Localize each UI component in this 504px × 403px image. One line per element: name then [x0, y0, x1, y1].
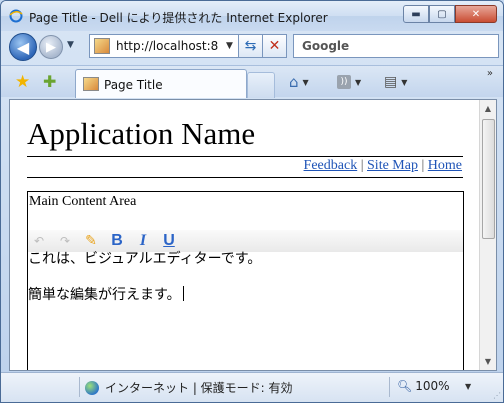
forward-button[interactable]: ▶ — [39, 35, 63, 59]
undo-icon[interactable]: ↶ — [28, 231, 50, 251]
feed-dropdown-icon[interactable]: ▼ — [355, 78, 361, 87]
scroll-thumb[interactable] — [482, 119, 495, 239]
print-icon: ▤ — [384, 74, 398, 90]
magnifier-icon: 🔍︎ — [397, 379, 413, 393]
header-rule-bottom — [27, 177, 463, 178]
print-button[interactable]: ▤ ▼ — [384, 72, 407, 92]
scroll-up-icon[interactable]: ▲ — [480, 100, 496, 117]
home-link[interactable]: Home — [428, 158, 462, 173]
tab-page-title[interactable]: Page Title — [75, 69, 247, 98]
text-caret — [182, 286, 184, 301]
star-icon[interactable]: ★ — [15, 72, 30, 92]
toolbar-overflow-icon[interactable]: » — [487, 68, 493, 79]
stop-button[interactable]: ✕ — [263, 34, 287, 58]
security-zone-text: インターネット | 保護モード: 有効 — [105, 381, 293, 395]
search-input[interactable]: Google — [293, 34, 499, 58]
add-favorite-icon[interactable]: ✚ — [43, 72, 56, 91]
window-title: Page Title - Dell により提供された Internet Expl… — [29, 11, 328, 25]
underline-icon[interactable]: U — [158, 231, 180, 251]
refresh-icon: ⇆ — [244, 38, 257, 54]
editor-line: 簡単な編集が行えます。 — [28, 286, 463, 304]
security-zone[interactable]: インターネット | 保護モード: 有効 — [85, 379, 293, 396]
maximize-icon: ▢ — [437, 8, 447, 20]
main-content-area: Main Content Area ↶ ↷ ✎ B I U これは、ビジュアルエ… — [27, 191, 464, 370]
tab-toolbar: ★ ✚ Page Title ⌂ ▼ )) ▼ ▤ ▼ » — [1, 65, 503, 98]
content-area-label: Main Content Area — [29, 194, 137, 209]
header-rule-top — [27, 156, 463, 157]
new-tab-button[interactable] — [247, 72, 275, 98]
editor-line: これは、ビジュアルエディターです。 — [28, 251, 262, 267]
back-button[interactable]: ◀ — [9, 33, 37, 61]
tab-label: Page Title — [104, 78, 163, 92]
bold-icon[interactable]: B — [106, 231, 128, 251]
address-bar[interactable]: http://localhost:8 ▼ — [89, 34, 239, 58]
edit-icon[interactable]: ✎ — [80, 231, 102, 251]
address-dropdown-icon[interactable]: ▼ — [226, 41, 233, 51]
feed-icon: )) — [337, 75, 351, 89]
address-text[interactable]: http://localhost:8 — [116, 39, 224, 53]
back-arrow-icon: ◀ — [16, 37, 30, 57]
redo-icon[interactable]: ↷ — [54, 231, 76, 251]
stop-icon: ✕ — [268, 38, 281, 54]
refresh-button[interactable]: ⇆ — [239, 34, 263, 58]
title-bar: Page Title - Dell により提供された Internet Expl… — [1, 1, 503, 31]
resize-grip-icon[interactable]: ⋰ — [493, 391, 501, 400]
visual-editor[interactable]: これは、ビジュアルエディターです。 簡単な編集が行えます。 — [28, 250, 463, 322]
history-dropdown-icon[interactable]: ▼ — [67, 40, 74, 50]
zoom-level: 100% — [415, 379, 450, 393]
zoom-control[interactable]: 🔍︎ 100% — [397, 379, 450, 393]
editor-toolbar: ↶ ↷ ✎ B I U — [28, 230, 463, 252]
link-separator: | — [360, 158, 364, 173]
tab-page-icon — [83, 77, 99, 91]
page-icon — [94, 38, 110, 54]
status-bar: インターネット | 保護モード: 有効 🔍︎ 100% ▼ ⋰ — [1, 372, 503, 402]
minimize-icon: ▬ — [411, 8, 421, 20]
print-dropdown-icon[interactable]: ▼ — [401, 78, 407, 87]
header-links: Feedback | Site Map | Home — [304, 158, 462, 174]
zoom-dropdown-icon[interactable]: ▼ — [465, 382, 471, 391]
close-button[interactable]: ✕ — [455, 5, 497, 23]
scroll-down-icon[interactable]: ▼ — [480, 353, 496, 370]
status-divider — [389, 377, 390, 397]
globe-icon — [85, 380, 99, 395]
page-viewport: Application Name Feedback | Site Map | H… — [9, 99, 497, 371]
maximize-button[interactable]: ▢ — [429, 5, 455, 23]
navigation-bar: ◀ ▶ ▼ http://localhost:8 ▼ ⇆ ✕ Google — [1, 31, 503, 63]
home-dropdown-icon[interactable]: ▼ — [303, 78, 309, 87]
feeds-button[interactable]: )) ▼ — [337, 72, 361, 92]
app-title: Application Name — [27, 116, 256, 151]
home-icon: ⌂ — [289, 73, 299, 91]
ie-icon — [9, 9, 23, 23]
forward-arrow-icon: ▶ — [46, 39, 56, 55]
vertical-scrollbar[interactable]: ▲ ▼ — [479, 100, 496, 370]
close-icon: ✕ — [471, 8, 481, 20]
italic-icon[interactable]: I — [132, 231, 154, 251]
feedback-link[interactable]: Feedback — [304, 158, 358, 173]
site-map-link[interactable]: Site Map — [367, 158, 418, 173]
minimize-button[interactable]: ▬ — [403, 5, 429, 23]
status-divider — [79, 377, 80, 397]
browser-window: Page Title - Dell により提供された Internet Expl… — [0, 0, 504, 403]
link-separator: | — [421, 158, 425, 173]
window-controls: ▬ ▢ ✕ — [403, 5, 497, 23]
home-button[interactable]: ⌂ ▼ — [289, 72, 309, 92]
